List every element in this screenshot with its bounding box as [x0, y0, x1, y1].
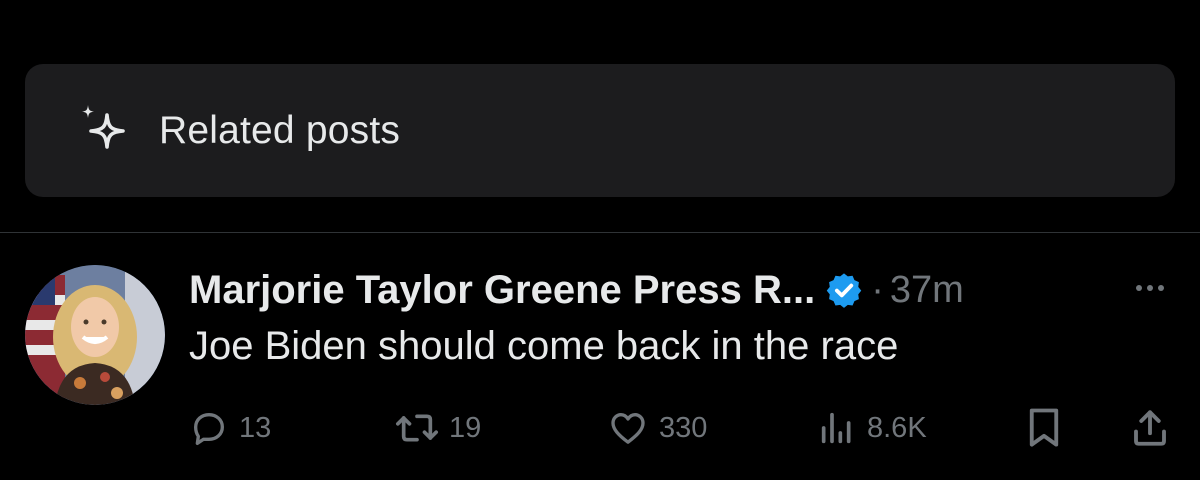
reply-button[interactable]: 13 [189, 403, 271, 453]
reply-icon [194, 413, 224, 445]
related-posts-button[interactable]: Related posts [25, 64, 1175, 197]
share-icon [1134, 410, 1166, 446]
separator: · [871, 268, 884, 311]
like-count: 330 [659, 411, 708, 444]
repost-count: 19 [449, 411, 482, 444]
views-chart-icon [821, 412, 851, 444]
author-name[interactable]: Marjorie Taylor Greene Press R... [189, 268, 815, 313]
post-header: Marjorie Taylor Greene Press R... · 37m [189, 262, 964, 318]
views-button[interactable]: 8.6K [817, 403, 927, 453]
post-time[interactable]: 37m [890, 269, 964, 312]
timeline: Related posts Marjorie Taylor Greene Pre… [0, 0, 1200, 480]
reply-icon[interactable] [138, 0, 160, 6]
previous-post-actions [0, 0, 1200, 10]
repost-icon[interactable] [348, 0, 370, 6]
avatar[interactable] [25, 265, 165, 405]
verified-badge-icon [826, 273, 862, 308]
bookmark-icon [1029, 408, 1059, 447]
bookmark-icon[interactable] [826, 0, 848, 6]
more-options-button[interactable] [1128, 276, 1172, 300]
related-posts-label: Related posts [159, 108, 401, 152]
heart-icon [611, 413, 645, 444]
repost-button[interactable]: 19 [395, 403, 481, 453]
sparkle-icon [77, 103, 133, 159]
more-dot-icon [1147, 285, 1153, 291]
post-text: Joe Biden should come back in the race [189, 324, 899, 368]
bookmark-button[interactable] [1025, 403, 1063, 453]
like-button[interactable]: 330 [607, 403, 707, 453]
post-actions: 13 19 330 8.6K [189, 403, 1174, 453]
more-dot-icon [1136, 285, 1142, 291]
more-dot-icon [1158, 285, 1164, 291]
view-count: 8.6K [867, 411, 927, 444]
repost-icon [396, 414, 438, 442]
reply-count: 13 [239, 411, 272, 444]
share-button[interactable] [1129, 403, 1171, 453]
divider [0, 232, 1200, 233]
